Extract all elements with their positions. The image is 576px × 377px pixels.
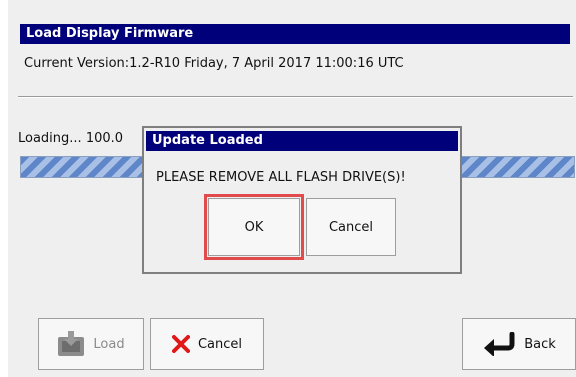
dialog-cancel-button[interactable]: Cancel: [306, 198, 396, 256]
loading-status-text: Loading... 100.0: [18, 131, 124, 146]
firmware-screen: Load Display Firmware Current Version:1.…: [8, 0, 576, 377]
back-button-label: Back: [524, 336, 556, 352]
current-version-text: Current Version:1.2-R10 Friday, 7 April …: [24, 56, 404, 71]
update-loaded-dialog: Update Loaded PLEASE REMOVE ALL FLASH DR…: [142, 126, 462, 274]
download-icon: [57, 331, 85, 357]
load-button[interactable]: Load: [38, 318, 144, 370]
red-x-icon: [171, 335, 190, 353]
cancel-button-label: Cancel: [197, 336, 243, 352]
cancel-button[interactable]: Cancel: [150, 318, 264, 370]
dialog-message: PLEASE REMOVE ALL FLASH DRIVE(S)!: [156, 170, 406, 185]
load-button-label: Load: [93, 336, 125, 352]
divider: [18, 96, 573, 98]
window-title: Load Display Firmware: [20, 24, 570, 44]
ok-button-label: OK: [244, 219, 264, 235]
back-arrow-icon: [482, 332, 516, 356]
dialog-cancel-button-label: Cancel: [328, 219, 374, 235]
dialog-title: Update Loaded: [146, 131, 458, 151]
ok-button[interactable]: OK: [204, 194, 304, 260]
back-button[interactable]: Back: [462, 318, 576, 370]
